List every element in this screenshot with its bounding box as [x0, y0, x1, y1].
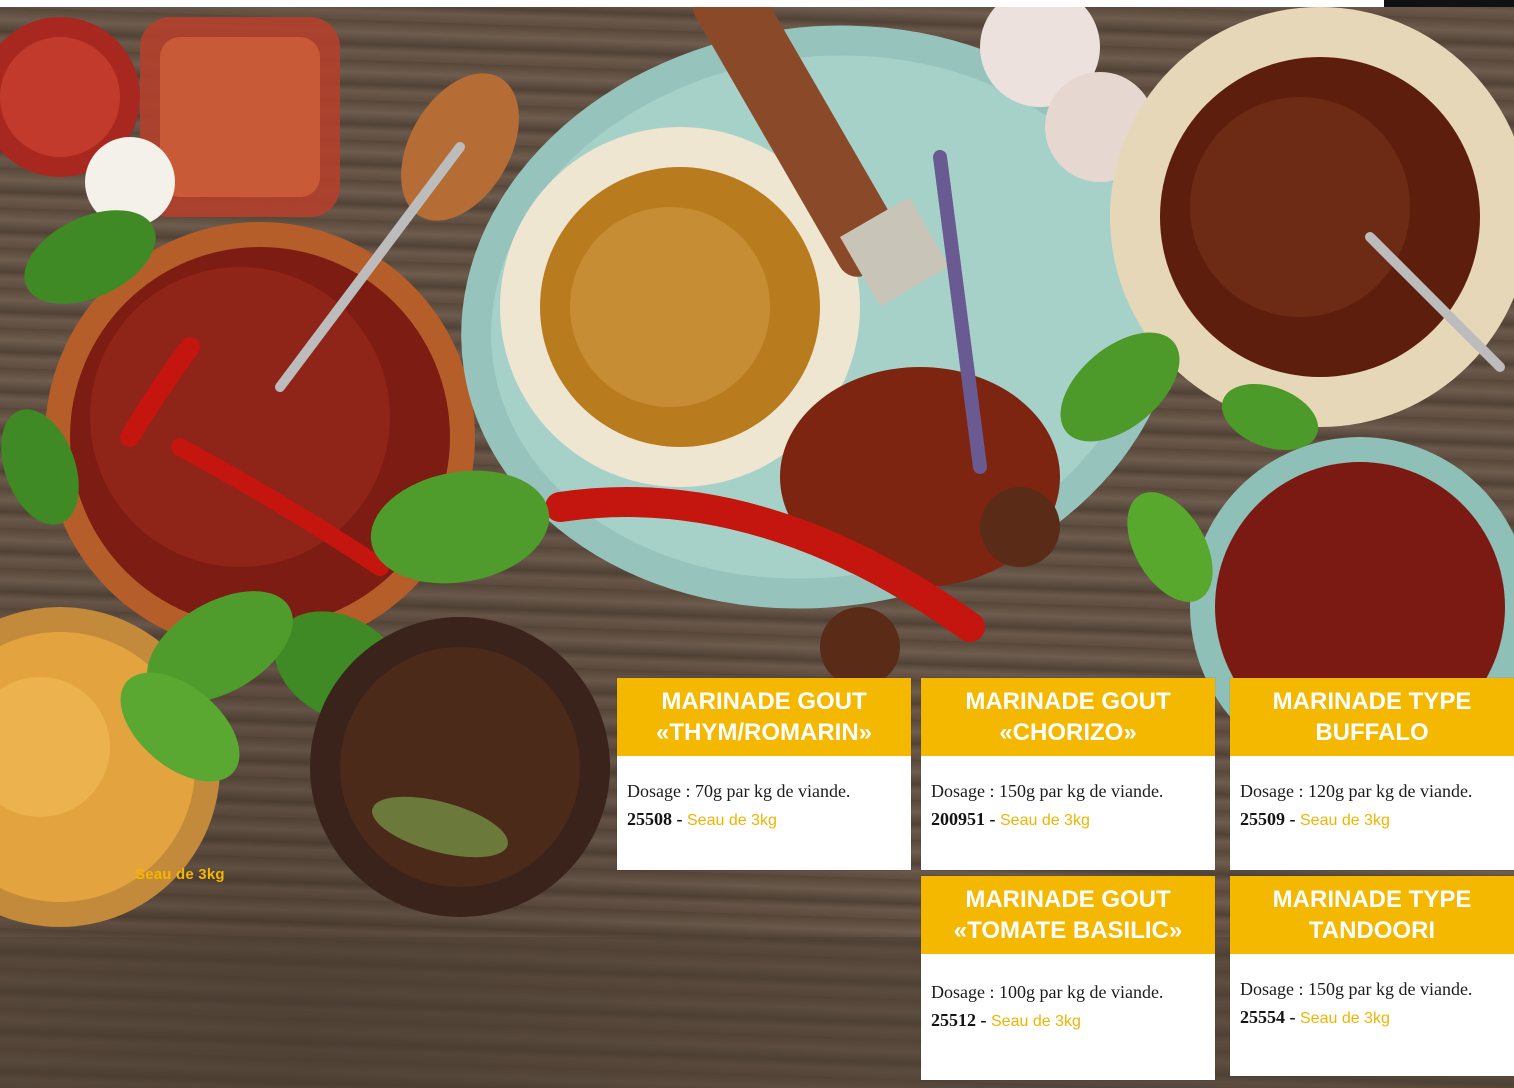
- product-title: MARINADE TYPE BUFFALO: [1230, 678, 1514, 756]
- product-details: Dosage : 150g par kg de viande. 200951 -…: [931, 777, 1207, 835]
- product-title-line: «CHORIZO»: [999, 719, 1137, 746]
- product-card-thym-romarin: MARINADE GOUT «THYM/ROMARIN» Dosage : 70…: [617, 678, 911, 870]
- product-card-buffalo: MARINADE TYPE BUFFALO Dosage : 120g par …: [1230, 678, 1514, 870]
- pack-size: Seau de 3kg: [687, 812, 777, 829]
- product-card-tomate-basilic: MARINADE GOUT «TOMATE BASILIC» Dosage : …: [921, 876, 1215, 1080]
- separator: -: [1285, 1007, 1300, 1027]
- product-code: 25512: [931, 1010, 976, 1030]
- dosage-text: Dosage : 120g par kg de viande.: [1240, 781, 1473, 801]
- separator: -: [985, 809, 1000, 829]
- product-title-line: BUFFALO: [1315, 719, 1429, 746]
- pack-size: Seau de 3kg: [1000, 812, 1090, 829]
- product-reference: 200951 - Seau de 3kg: [931, 805, 1207, 835]
- product-reference: 25508 - Seau de 3kg: [627, 805, 903, 835]
- product-title-line: MARINADE TYPE: [1272, 886, 1472, 913]
- product-card-chorizo: MARINADE GOUT «CHORIZO» Dosage : 150g pa…: [921, 678, 1215, 870]
- product-code: 25554: [1240, 1007, 1285, 1027]
- separator: -: [1285, 809, 1300, 829]
- dosage-text: Dosage : 150g par kg de viande.: [931, 781, 1164, 801]
- product-title-line: «TOMATE BASILIC»: [953, 917, 1183, 944]
- product-code: 25508: [627, 809, 672, 829]
- product-code: 25509: [1240, 809, 1285, 829]
- pack-caption: Seau de 3kg: [135, 866, 225, 883]
- product-details: Dosage : 70g par kg de viande. 25508 - S…: [627, 777, 903, 835]
- product-details: Dosage : 150g par kg de viande. 25554 - …: [1240, 975, 1506, 1033]
- product-reference: 25509 - Seau de 3kg: [1240, 805, 1506, 835]
- dosage-text: Dosage : 150g par kg de viande.: [1240, 979, 1473, 999]
- product-details: Dosage : 100g par kg de viande. 25512 - …: [931, 978, 1207, 1036]
- product-title-line: MARINADE GOUT: [965, 688, 1171, 715]
- separator: -: [976, 1010, 991, 1030]
- product-title-line: MARINADE TYPE: [1272, 688, 1472, 715]
- product-title-line: MARINADE GOUT: [965, 886, 1171, 913]
- product-title: MARINADE TYPE TANDOORI: [1230, 876, 1514, 954]
- product-title-line: TANDOORI: [1308, 917, 1436, 944]
- pack-size: Seau de 3kg: [991, 1013, 1081, 1030]
- product-title: MARINADE GOUT «THYM/ROMARIN»: [617, 678, 911, 756]
- product-title: MARINADE GOUT «TOMATE BASILIC»: [921, 876, 1215, 954]
- product-title-line: «THYM/ROMARIN»: [655, 719, 872, 746]
- separator: -: [672, 809, 687, 829]
- dosage-text: Dosage : 70g par kg de viande.: [627, 781, 851, 801]
- product-code: 200951: [931, 809, 985, 829]
- product-card-tandoori: MARINADE TYPE TANDOORI Dosage : 150g par…: [1230, 876, 1514, 1076]
- product-reference: 25512 - Seau de 3kg: [931, 1006, 1207, 1036]
- dosage-text: Dosage : 100g par kg de viande.: [931, 982, 1164, 1002]
- pack-size: Seau de 3kg: [1300, 812, 1390, 829]
- product-title: MARINADE GOUT «CHORIZO»: [921, 678, 1215, 756]
- pack-size: Seau de 3kg: [1300, 1010, 1390, 1027]
- product-details: Dosage : 120g par kg de viande. 25509 - …: [1240, 777, 1506, 835]
- product-title-line: MARINADE GOUT: [661, 688, 867, 715]
- star-anise-icon: [980, 487, 1060, 567]
- product-reference: 25554 - Seau de 3kg: [1240, 1003, 1506, 1033]
- top-border: [0, 0, 1514, 7]
